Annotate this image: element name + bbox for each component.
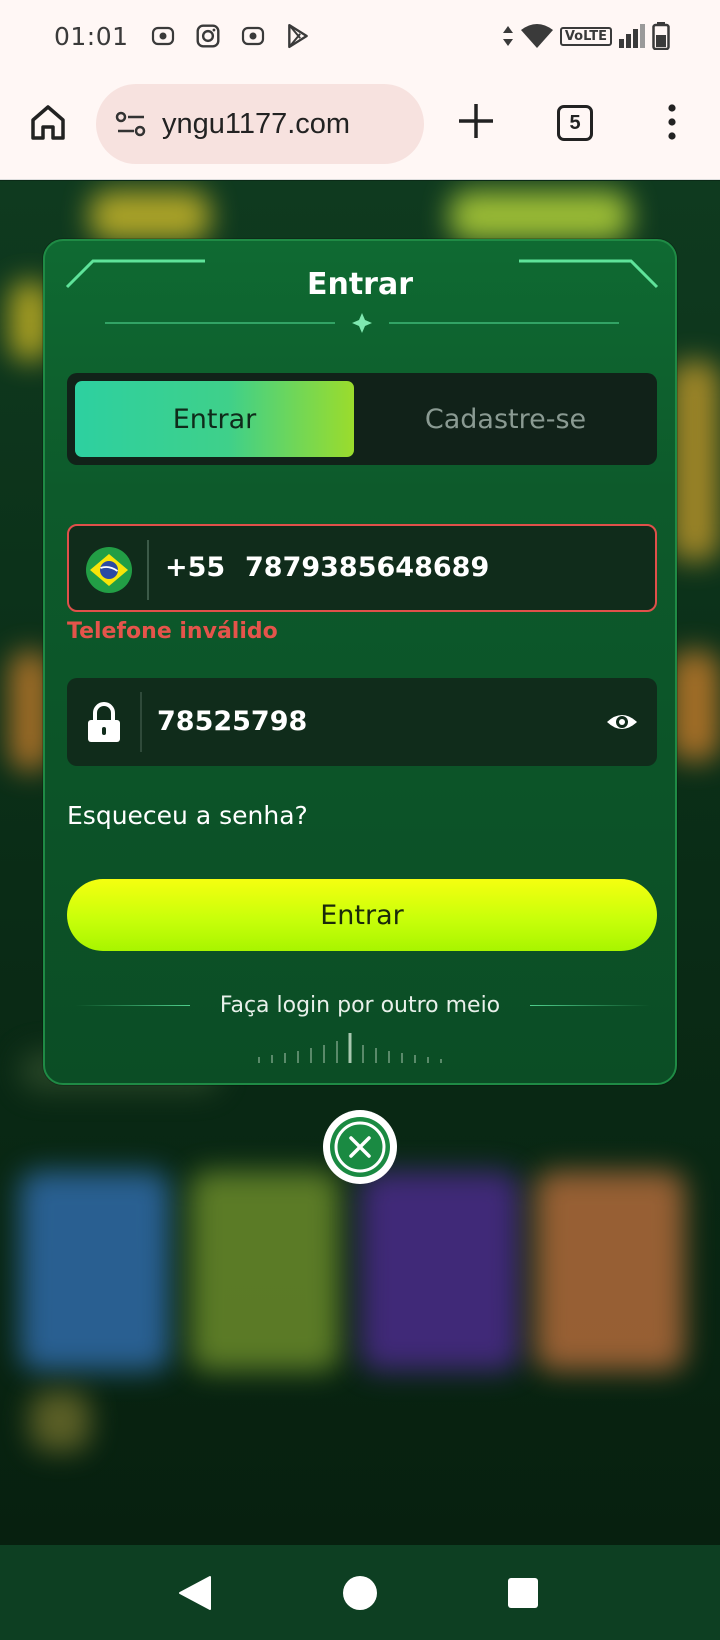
close-icon	[330, 1117, 390, 1177]
phone-error-message: Telefone inválido	[67, 619, 278, 644]
battery-icon	[652, 22, 670, 50]
youtube-notification-icon-2	[241, 26, 264, 46]
password-input[interactable]: 78525798	[157, 678, 307, 766]
system-navigation-bar	[0, 1545, 720, 1640]
forgot-password-link[interactable]: Esqueceu a senha?	[67, 801, 308, 830]
youtube-notification-icon	[151, 26, 174, 46]
wifi-icon	[520, 24, 553, 48]
tab-login[interactable]: Entrar	[75, 381, 354, 457]
url-text: yngu1177.com	[162, 107, 351, 140]
bg-side-blur-right	[670, 361, 720, 561]
lock-icon	[88, 702, 120, 742]
system-icons: VoLTE	[502, 22, 670, 50]
data-arrows-icon	[502, 26, 513, 46]
eye-icon[interactable]	[605, 706, 639, 738]
loading-bars-icon	[258, 1033, 442, 1063]
bg-nav-blur	[30, 1391, 90, 1451]
recents-icon[interactable]	[508, 1578, 538, 1608]
login-submit-button[interactable]: Entrar	[67, 879, 657, 951]
close-modal-button[interactable]	[323, 1110, 397, 1184]
signal-icon	[619, 24, 645, 48]
bg-game-card-3	[360, 1171, 520, 1371]
divider-right	[530, 1005, 650, 1006]
modal-title: Entrar	[306, 267, 414, 302]
notification-icons	[151, 23, 311, 49]
bg-logo-blur	[90, 191, 210, 241]
brazil-flag-icon[interactable]	[85, 546, 133, 594]
phone-field[interactable]: +55 7879385648689	[67, 524, 657, 612]
password-divider	[140, 692, 142, 752]
instagram-icon	[196, 24, 220, 48]
password-field[interactable]: 78525798	[67, 678, 657, 766]
auth-tabs: Entrar Cadastre-se	[67, 373, 657, 465]
country-code[interactable]: +55	[165, 526, 225, 610]
browser-toolbar: yngu1177.com 5	[0, 72, 720, 180]
volte-badge: VoLTE	[559, 26, 612, 46]
phone-input[interactable]: 7879385648689	[245, 526, 489, 610]
site-settings-icon[interactable]	[114, 109, 148, 139]
bg-game-card-4	[535, 1171, 685, 1371]
login-modal: Entrar Entrar Cadastre-se +55 7879385648…	[43, 239, 677, 1085]
tab-register[interactable]: Cadastre-se	[362, 381, 649, 457]
bg-game-card-1	[20, 1171, 170, 1371]
status-time: 01:01	[54, 21, 129, 51]
bg-game-card-2	[190, 1171, 340, 1371]
play-store-icon	[287, 23, 308, 49]
new-tab-icon[interactable]	[455, 100, 497, 142]
address-bar[interactable]: yngu1177.com	[96, 84, 424, 164]
bg-button-blur	[450, 191, 630, 241]
phone-divider	[147, 540, 149, 600]
status-bar: 01:01 VoLTE	[0, 0, 720, 72]
home-nav-icon[interactable]	[343, 1576, 377, 1610]
back-icon[interactable]	[178, 1575, 212, 1611]
home-icon[interactable]	[28, 102, 68, 142]
more-menu-icon[interactable]	[660, 102, 684, 142]
tab-switcher-button[interactable]: 5	[557, 105, 593, 141]
bg-side-blur-right-2	[670, 651, 720, 761]
